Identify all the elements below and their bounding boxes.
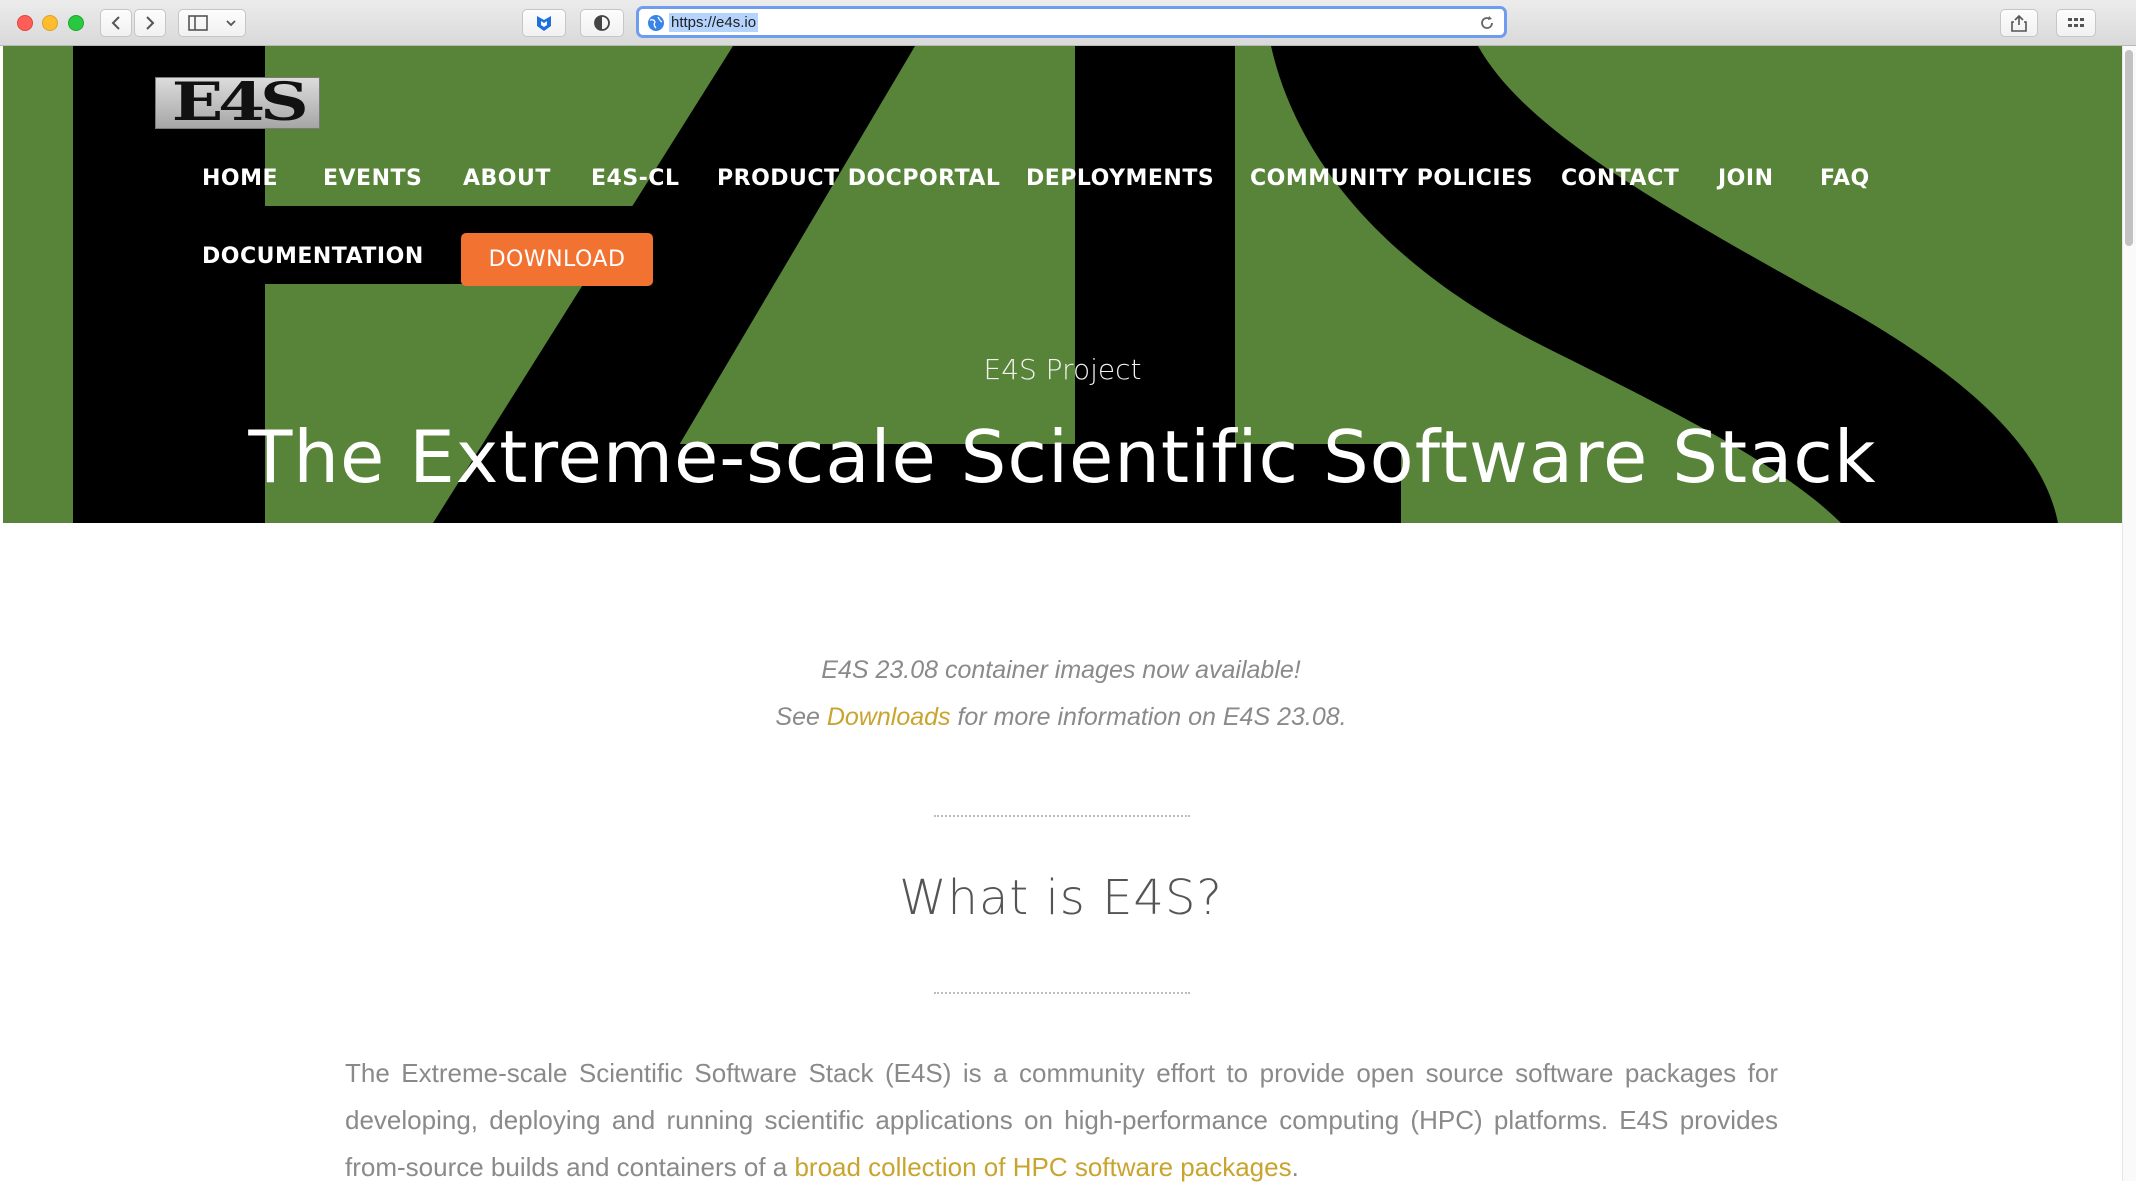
half-circle-icon	[594, 15, 610, 31]
hero-subtitle: E4S Project	[983, 353, 1142, 386]
nav-documentation[interactable]: DOCUMENTATION	[202, 244, 424, 270]
scrollbar-thumb[interactable]	[2125, 50, 2133, 246]
nav-home[interactable]: HOME	[202, 166, 278, 192]
sidebar-button[interactable]	[178, 9, 246, 37]
extension-button[interactable]	[522, 9, 566, 37]
privacy-button[interactable]	[580, 9, 624, 37]
reload-icon[interactable]	[1478, 14, 1496, 32]
section-divider-top	[934, 815, 1190, 817]
nav-about[interactable]: ABOUT	[463, 166, 551, 192]
globe-icon	[648, 15, 664, 31]
forward-button[interactable]	[134, 9, 166, 37]
share-button[interactable]	[2000, 9, 2038, 37]
hero-title: The Extreme-scale Scientific Software St…	[248, 415, 1877, 499]
intro-paragraph-end: .	[1291, 1152, 1299, 1182]
hpc-packages-link[interactable]: broad collection of HPC software package…	[794, 1152, 1291, 1182]
close-window-button[interactable]	[17, 15, 33, 31]
share-icon	[2011, 14, 2027, 32]
chevron-down-icon	[226, 20, 236, 27]
section-divider-bottom	[934, 992, 1190, 994]
shield-extension-icon	[537, 16, 551, 31]
announcement-line-2: See Downloads for more information on E4…	[0, 703, 2122, 732]
logo-text: E4S	[171, 77, 309, 129]
hero-banner: E4S HOME EVENTS ABOUT E4S-CL PRODUCT DOC…	[3, 46, 2122, 523]
url-text[interactable]: https://e4s.io	[669, 13, 759, 32]
nav-events[interactable]: EVENTS	[323, 166, 422, 192]
nav-e4s-cl[interactable]: E4S-CL	[591, 166, 679, 192]
nav-deployments[interactable]: DEPLOYMENTS	[1026, 166, 1214, 192]
minimize-window-button[interactable]	[42, 15, 58, 31]
nav-join[interactable]: JOIN	[1718, 166, 1774, 192]
announcement-suffix: for more information on E4S 23.08.	[950, 703, 1347, 731]
chevron-right-icon	[146, 16, 155, 30]
sidebar-icon	[188, 15, 208, 31]
intro-paragraph: The Extreme-scale Scientific Software St…	[345, 1050, 1778, 1191]
chevron-left-icon	[111, 16, 120, 30]
announcement-line-1: E4S 23.08 container images now available…	[821, 656, 1301, 684]
address-bar[interactable]: https://e4s.io	[636, 6, 1507, 38]
nav-community-policies[interactable]: COMMUNITY POLICIES	[1250, 166, 1533, 192]
tab-overview-icon	[2068, 18, 2084, 27]
nav-contact[interactable]: CONTACT	[1561, 166, 1679, 192]
announcement-prefix: See	[775, 703, 827, 731]
nav-faq[interactable]: FAQ	[1820, 166, 1870, 192]
e4s-logo[interactable]: E4S	[155, 77, 320, 129]
nav-product-docportal[interactable]: PRODUCT DOCPORTAL	[717, 166, 1000, 192]
zoom-window-button[interactable]	[68, 15, 84, 31]
download-button[interactable]: DOWNLOAD	[461, 233, 653, 286]
downloads-link[interactable]: Downloads	[827, 703, 951, 731]
tab-overview-button[interactable]	[2056, 9, 2096, 37]
browser-toolbar: https://e4s.io	[0, 0, 2136, 46]
section-heading: What is E4S?	[899, 870, 1223, 926]
back-button[interactable]	[100, 9, 132, 37]
